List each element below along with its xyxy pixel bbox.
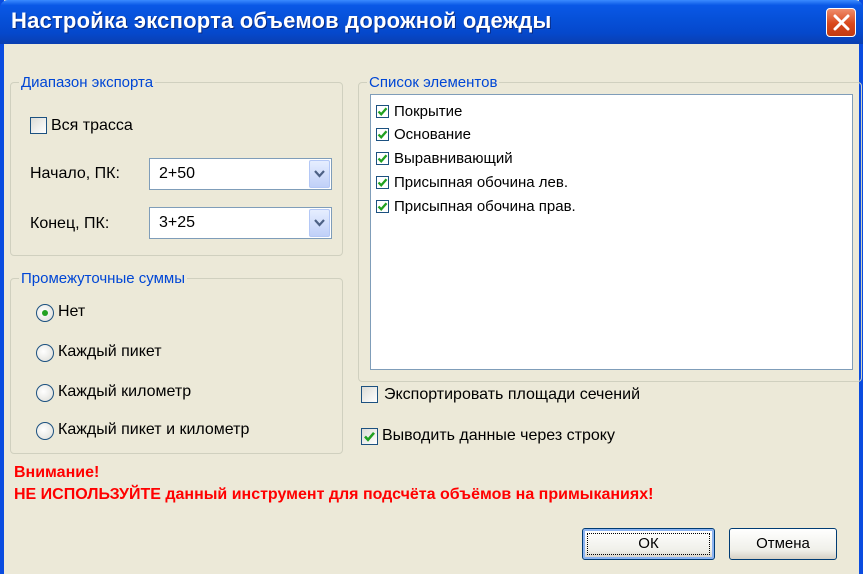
chevron-down-icon xyxy=(314,219,325,227)
checkmark-icon xyxy=(377,107,388,117)
subtotal-radio-each-km[interactable] xyxy=(36,384,54,402)
subtotal-label-each-picket-km: Каждый пикет и километр xyxy=(58,421,250,438)
whole-route-checkbox[interactable] xyxy=(30,117,47,134)
subtotal-radio-each-picket-km[interactable] xyxy=(36,422,54,440)
warning-message: НЕ ИСПОЛЬЗУЙТЕ данный инструмент для под… xyxy=(14,486,654,503)
close-icon xyxy=(833,14,850,31)
ok-button[interactable]: ОК xyxy=(582,528,715,560)
item-label: Присыпная обочина прав. xyxy=(394,198,576,215)
subtotal-radio-none[interactable] xyxy=(36,304,54,322)
item-checkbox[interactable] xyxy=(376,152,389,165)
whole-route-label: Вся трасса xyxy=(51,117,133,134)
item-label: Выравнивающий xyxy=(394,150,513,167)
output-every-other-label: Выводить данные через строку xyxy=(382,427,615,444)
subtotals-legend: Промежуточные суммы xyxy=(21,270,185,287)
focus-rect xyxy=(587,533,710,555)
subtotal-label-none: Нет xyxy=(58,303,86,320)
dialog-window: Настройка экспорта объемов дорожной одеж… xyxy=(0,0,863,574)
checkmark-icon xyxy=(377,178,388,188)
subtotal-radio-each-picket[interactable] xyxy=(36,344,54,362)
subtotal-label-each-picket: Каждый пикет xyxy=(58,343,162,360)
item-checkbox[interactable] xyxy=(376,128,389,141)
end-pk-label: Конец, ПК: xyxy=(30,215,110,232)
close-button[interactable] xyxy=(826,8,856,37)
end-pk-dropdown-button[interactable] xyxy=(309,209,330,237)
output-every-other-checkbox[interactable] xyxy=(361,428,378,445)
item-label: Покрытие xyxy=(394,103,463,120)
cancel-button[interactable]: Отмена xyxy=(729,528,837,560)
subtotal-label-each-km: Каждый километр xyxy=(58,383,192,400)
export-sections-label: Экспортировать площади сечений xyxy=(384,386,640,403)
radio-selected-dot xyxy=(42,310,48,316)
item-checkbox[interactable] xyxy=(376,200,389,213)
end-pk-combobox[interactable]: 3+25 xyxy=(149,207,332,239)
start-pk-dropdown-button[interactable] xyxy=(309,160,330,188)
start-pk-value: 2+50 xyxy=(159,165,196,182)
start-pk-combobox[interactable]: 2+50 xyxy=(149,158,332,190)
chevron-down-icon xyxy=(314,170,325,178)
checkmark-icon xyxy=(377,154,388,164)
export-range-legend: Диапазон экспорта xyxy=(21,74,154,91)
end-pk-value: 3+25 xyxy=(159,214,196,231)
window-title: Настройка экспорта объемов дорожной одеж… xyxy=(11,8,552,33)
checkmark-icon xyxy=(377,130,388,140)
item-label: Основание xyxy=(394,126,471,143)
item-label: Присыпная обочина лев. xyxy=(394,174,568,191)
item-checkbox[interactable] xyxy=(376,105,389,118)
start-pk-label: Начало, ПК: xyxy=(30,165,120,182)
checkmark-icon xyxy=(377,202,388,212)
elements-legend: Список элементов xyxy=(369,74,498,91)
warning-title: Внимание! xyxy=(14,464,100,481)
checkmark-icon xyxy=(364,431,375,442)
title-bar[interactable]: Настройка экспорта объемов дорожной одеж… xyxy=(0,0,863,44)
elements-listbox[interactable]: Покрытие Основание Выравнивающий Присыпн… xyxy=(370,94,853,370)
cancel-button-label: Отмена xyxy=(756,535,810,552)
item-checkbox[interactable] xyxy=(376,176,389,189)
export-sections-checkbox[interactable] xyxy=(361,386,378,403)
